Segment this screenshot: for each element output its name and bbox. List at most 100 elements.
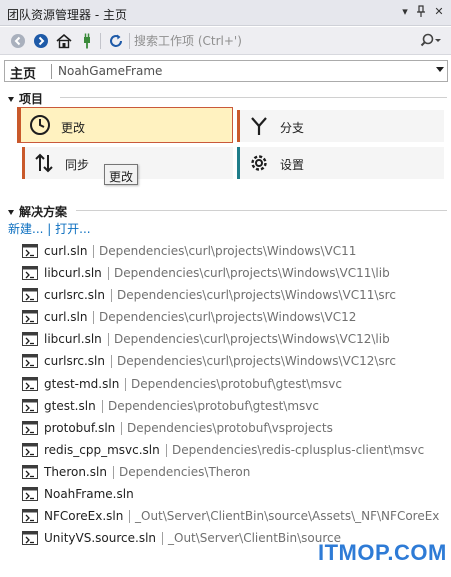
chevron-down-icon[interactable] [436,67,444,72]
solution-section-header[interactable]: 解决方案 [8,203,67,220]
solution-file-icon [22,531,38,546]
path-separator [129,510,130,524]
changes-tooltip: 更改 [104,164,139,185]
solution-item[interactable]: curl.sln Dependencies\curl\projects\Windo… [22,306,447,328]
forward-arrow-icon[interactable] [32,32,50,50]
solution-path: _Out\Server\ClientBin\source\Assets\_NF\… [135,509,440,524]
solution-name: curlsrc.sln [44,288,105,303]
solution-name: UnityVS.source.sln [44,531,157,546]
solution-item[interactable]: gtest-md.sln Dependencies\protobuf\gtest\… [22,373,447,395]
window-titlebar: 团队资源管理器 - 主页 ▾ ✕ [0,0,451,26]
path-separator [125,377,126,391]
solution-file-icon [22,487,38,502]
solution-name: curl.sln [44,244,88,258]
solution-item[interactable]: curlsrc.sln Dependencies\curl\projects\Wi… [22,284,447,306]
changes-tile[interactable]: 更改 [17,107,233,143]
solution-file-icon [22,398,38,413]
home-icon[interactable] [55,32,73,50]
solution-file-icon [22,332,38,347]
solution-item[interactable]: NFCoreEx.sln _Out\Server\ClientBin\source… [22,505,447,527]
clock-icon [29,114,51,136]
solution-file-icon [22,464,38,479]
path-separator [162,532,163,546]
solution-path: Dependencies\protobuf\vsprojects [127,420,333,435]
solution-list: curl.sln Dependencies\curl\projects\Windo… [22,240,447,549]
divider [51,64,52,79]
solution-file-icon [22,266,38,281]
path-separator [111,289,112,303]
solution-path: Dependencies\redis-cplusplus-client\msvc [172,442,425,457]
solution-name: Theron.sln [44,464,107,479]
repo-name: NoahGameFrame [58,64,163,78]
back-arrow-icon[interactable] [9,32,27,50]
solution-name: libcurl.sln [44,332,102,347]
solution-file-icon [22,442,38,457]
refresh-icon[interactable] [107,32,125,50]
solution-item[interactable]: curlsrc.sln Dependencies\curl\projects\Wi… [22,350,447,372]
solution-path: Dependencies\Theron [119,464,251,479]
solution-item[interactable]: curl.sln Dependencies\curl\projects\Windo… [22,240,447,262]
tile-label: 同步 [65,158,90,172]
solution-item[interactable]: gtest.sln Dependencies\protobuf\gtest\msv… [22,395,447,417]
solution-item[interactable]: NoahFrame.sln [22,483,447,505]
solution-file-icon [22,244,38,258]
window-title: 团队资源管理器 - 主页 [7,8,127,22]
solution-path: Dependencies\curl\projects\Windows\VC11\… [117,288,396,303]
dropdown-arrow-icon[interactable]: ▾ [398,5,412,19]
solution-file-icon [22,420,38,435]
path-separator [111,355,112,369]
branches-tile[interactable]: 分支 [237,110,444,142]
solution-file-icon [22,310,38,325]
open-solution-link[interactable]: 打开... [55,222,90,236]
path-separator [108,267,109,281]
branch-icon [248,115,270,137]
path-separator [102,399,103,413]
solution-file-icon [22,354,38,369]
path-separator [93,245,94,258]
solution-item[interactable]: libcurl.sln Dependencies\curl\projects\Wi… [22,262,447,284]
tile-label: 设置 [280,158,305,172]
solution-file-icon [22,288,38,303]
solution-name: NoahFrame.sln [44,487,134,502]
toolbar-separator [129,33,130,49]
solution-item[interactable]: libcurl.sln Dependencies\curl\projects\Wi… [22,328,447,350]
section-divider [76,210,447,211]
solution-item[interactable]: redis_cpp_msvc.sln Dependencies\redis-cpl… [22,439,447,461]
section-divider [60,97,447,98]
solution-name: libcurl.sln [44,266,102,281]
path-separator [121,421,122,435]
link-separator: | [47,222,56,236]
toolbar [0,27,451,55]
toolbar-separator [100,33,101,49]
solution-item[interactable]: Theron.sln Dependencies\Theron [22,461,447,483]
solution-path: Dependencies\curl\projects\Windows\VC12 [99,310,357,325]
solution-path: _Out\Server\ClientBin\source [168,531,341,546]
solution-name: curl.sln [44,310,88,325]
collapse-triangle-icon[interactable] [8,97,14,102]
settings-tile[interactable]: 设置 [237,147,444,179]
pin-icon[interactable] [414,5,428,19]
solution-actions: 新建... | 打开... [8,220,91,237]
section-title: 解决方案 [19,205,68,219]
page-selector[interactable]: 主页 NoahGameFrame [4,60,448,82]
close-icon[interactable]: ✕ [432,5,446,19]
watermark-text: ITMOP.COM [318,540,447,565]
tile-label: 更改 [61,121,86,135]
solution-file-icon [22,376,38,391]
solution-path: Dependencies\curl\projects\Windows\VC12\… [117,354,396,369]
solution-file-icon [22,509,38,524]
search-icon[interactable] [420,32,442,50]
path-separator [113,465,114,479]
connect-plug-icon[interactable] [78,32,96,50]
collapse-triangle-icon[interactable] [8,210,14,215]
path-separator [93,311,94,325]
solution-path: Dependencies\curl\projects\Windows\VC12\… [114,332,390,347]
solution-name: gtest-md.sln [44,376,120,391]
solution-path: Dependencies\curl\projects\Windows\VC11 [99,244,357,258]
solution-name: curlsrc.sln [44,354,105,369]
project-section-header[interactable]: 项目 [8,90,43,107]
solution-item[interactable]: protobuf.sln Dependencies\protobuf\vsproj… [22,417,447,439]
sync-arrows-icon [33,152,55,174]
new-solution-link[interactable]: 新建... [8,222,43,236]
search-workitems-input[interactable] [134,31,414,51]
